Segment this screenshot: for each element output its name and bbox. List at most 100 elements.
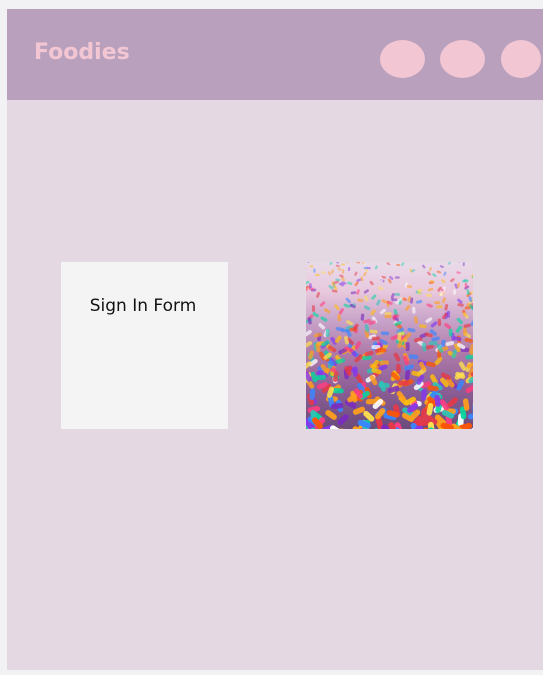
sprinkle: [356, 262, 361, 264]
sprinkle: [428, 281, 434, 285]
sprinkle: [386, 262, 391, 266]
sprinkle: [434, 301, 441, 305]
sprinkle: [394, 292, 401, 296]
sprinkle: [465, 384, 473, 394]
sprinkle: [330, 425, 343, 429]
sprinkle: [450, 278, 455, 283]
sprinkle: [374, 265, 378, 270]
sprinkle: [429, 266, 433, 272]
sprinkle: [335, 264, 340, 268]
sprinkle: [363, 289, 369, 294]
sprinkle: [404, 369, 411, 381]
sprinkles-image: [306, 262, 473, 429]
sprinkle: [467, 412, 473, 420]
sprinkle: [309, 265, 314, 268]
sprinkle: [347, 281, 353, 286]
sprinkle: [363, 271, 367, 277]
sprinkle: [341, 269, 345, 274]
sprinkle: [325, 409, 337, 420]
sprinkle: [407, 327, 416, 333]
sprinkle: [447, 262, 452, 265]
sprinkle: [442, 297, 446, 304]
sprinkle: [379, 360, 390, 365]
sprinkles-illustration: [306, 262, 473, 429]
nav-button-3[interactable]: [501, 40, 541, 78]
sprinkle: [354, 271, 358, 276]
sprinkle: [335, 326, 344, 332]
sprinkle: [347, 266, 351, 272]
sprinkle: [427, 271, 432, 276]
sprinkle: [371, 336, 381, 341]
sprinkle: [439, 265, 444, 269]
sprinkle: [363, 305, 371, 311]
sprinkle: [440, 262, 444, 263]
sprinkle: [396, 263, 401, 267]
sprinkle: [427, 287, 434, 292]
sprinkle: [396, 363, 401, 374]
sprinkle: [397, 332, 402, 341]
sprinkle: [353, 366, 358, 377]
sprinkle: [430, 321, 438, 328]
sign-in-form[interactable]: Sign In Form: [61, 262, 228, 429]
sprinkle: [313, 268, 316, 273]
sprinkle: [426, 303, 433, 308]
sprinkle: [321, 271, 326, 274]
sprinkle: [354, 281, 359, 287]
sprinkle: [448, 328, 453, 337]
sprinkle: [443, 271, 447, 276]
sprinkle: [329, 262, 333, 266]
nav-button-2[interactable]: [440, 40, 485, 78]
sprinkle: [306, 266, 307, 270]
sprinkle: [337, 414, 349, 426]
brand-logo[interactable]: Foodies: [34, 40, 130, 65]
sprinkle: [327, 271, 332, 276]
sprinkle: [306, 329, 312, 337]
sprinkle: [318, 323, 326, 330]
sprinkle: [453, 289, 457, 295]
sprinkle: [316, 292, 321, 298]
sprinkle: [356, 278, 362, 282]
sprinkle: [337, 267, 342, 271]
sprinkle: [421, 342, 427, 352]
sprinkle: [465, 354, 473, 360]
sprinkle: [320, 316, 328, 322]
nav-button-1[interactable]: [380, 40, 425, 78]
sprinkle: [306, 341, 313, 348]
sprinkle: [456, 262, 461, 263]
sign-in-form-title: Sign In Form: [89, 296, 197, 316]
sprinkle: [337, 314, 341, 322]
sprinkle: [335, 262, 339, 264]
sprinkle: [412, 306, 416, 314]
sprinkle: [441, 278, 446, 284]
sprinkle: [405, 342, 410, 352]
sprinkle: [436, 305, 443, 309]
sprinkle: [380, 331, 390, 336]
sprinkle: [334, 304, 340, 311]
sprinkle: [425, 361, 436, 368]
sprinkle: [462, 262, 465, 267]
page: Foodies Sign In Form: [7, 9, 543, 670]
sprinkle: [445, 341, 455, 347]
sprinkle: [418, 324, 427, 329]
sprinkle: [390, 293, 395, 299]
sprinkle: [436, 270, 442, 274]
sprinkle: [357, 298, 364, 303]
sprinkle: [426, 293, 432, 297]
sprinkle: [422, 264, 426, 269]
header-bar: Foodies: [7, 9, 543, 100]
sprinkle: [455, 325, 463, 333]
sprinkle: [323, 308, 331, 314]
sprinkle: [376, 299, 381, 306]
sprinkle: [345, 262, 349, 264]
sprinkle: [384, 314, 392, 319]
sprinkle: [394, 276, 400, 279]
sprinkle: [345, 297, 351, 304]
sprinkle: [463, 327, 467, 336]
sprinkle: [416, 300, 423, 304]
sprinkle: [421, 389, 427, 401]
sprinkle: [371, 294, 377, 300]
sprinkle: [432, 273, 437, 277]
sprinkle: [431, 336, 440, 342]
sprinkle: [360, 313, 365, 321]
sprinkle: [393, 352, 401, 362]
